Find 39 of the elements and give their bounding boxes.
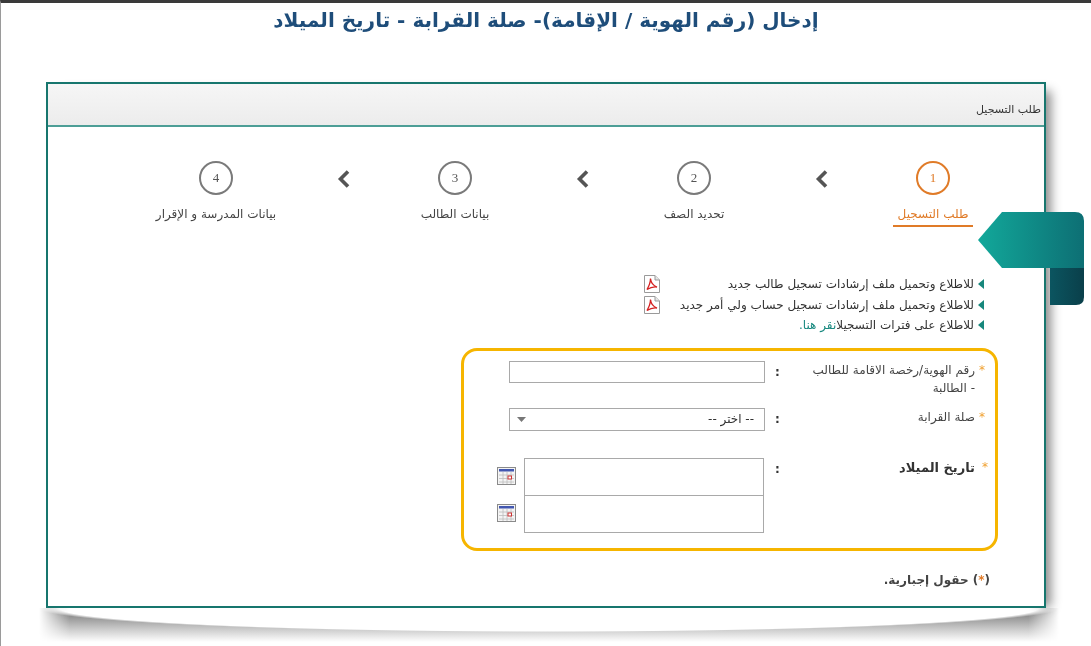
- chevron-left-icon: [815, 169, 829, 189]
- caret-down-icon: [517, 416, 526, 422]
- input-field[interactable]: [509, 360, 765, 383]
- calendar-icon[interactable]: [497, 504, 516, 522]
- required-asterisk: *: [979, 408, 985, 426]
- chevron-left-icon: [576, 169, 590, 189]
- triangle-bullet-icon: [978, 320, 984, 331]
- calendar-icon[interactable]: [497, 467, 516, 485]
- click-here-link[interactable]: انقر هنا.: [799, 318, 837, 333]
- date-input-field[interactable]: [524, 494, 764, 533]
- label-colon: :: [775, 410, 780, 428]
- guide-text: للاطلاع وتحميل ملف إرشادات تسجيل حساب ولي أمر جديد: [678, 296, 974, 313]
- panel-title: طلب التسجيل: [976, 103, 1041, 117]
- step-number: 2: [677, 161, 711, 195]
- required-fields-note: ( * ) حقول إجبارية.: [883, 571, 990, 588]
- label-colon: :: [775, 460, 780, 478]
- triangle-bullet-icon: [978, 299, 984, 310]
- guide-text: للاطلاع وتحميل ملف إرشادات تسجيل طالب جديد: [726, 276, 974, 293]
- step-label: بيانات المدرسة و الإقرار: [154, 207, 278, 224]
- dropdown-select[interactable]: -- اختر --: [509, 407, 765, 431]
- step-number: 1: [916, 161, 950, 195]
- field-label: صلة القرابة: [917, 408, 975, 426]
- pdf-file-icon[interactable]: [644, 275, 660, 294]
- step-label: بيانات الطالب: [419, 207, 491, 223]
- step-number: 4: [199, 161, 233, 195]
- required-asterisk: *: [982, 458, 988, 476]
- triangle-bullet-icon: [978, 279, 984, 290]
- field-label: تاريخ الميلاد: [899, 458, 975, 477]
- label-colon: :: [775, 363, 780, 381]
- step-number: 3: [438, 161, 472, 195]
- guide-text: للاطلاع على فترات التسجيلانقر هنا.: [799, 317, 974, 334]
- pdf-file-icon[interactable]: [644, 295, 660, 314]
- step-label: تحديد الصف: [662, 207, 726, 223]
- date-input-field[interactable]: [524, 457, 764, 496]
- chevron-left-icon: [337, 169, 351, 189]
- field-label: رقم الهوية/رخصة الاقامة للطالب - الطالبة: [811, 361, 975, 397]
- step-label: طلب التسجيل: [892, 207, 974, 227]
- page-title: إدخال (رقم الهوية / الإقامة)- صلة القرابة - تاريخ الميلاد: [273, 7, 819, 33]
- required-asterisk: *: [979, 361, 985, 379]
